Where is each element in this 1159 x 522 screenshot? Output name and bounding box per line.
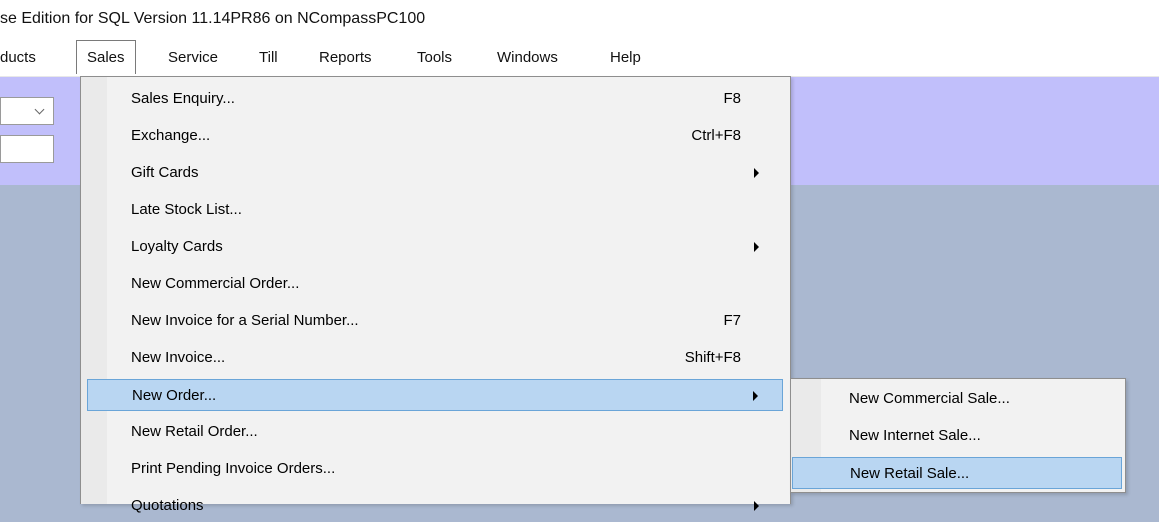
menu-item-sales-enquiry[interactable]: Sales Enquiry... F8 [87, 83, 783, 115]
submenu-item-new-retail-sale[interactable]: New Retail Sale... [792, 457, 1122, 489]
menu-item-shortcut: Shift+F8 [684, 349, 741, 366]
menu-item-label: New Commercial Sale... [849, 390, 1010, 407]
menu-item-label: New Internet Sale... [849, 427, 981, 444]
text-field[interactable] [0, 135, 54, 163]
menu-item-label: Print Pending Invoice Orders... [131, 460, 336, 477]
menu-item-new-invoice[interactable]: New Invoice... Shift+F8 [87, 342, 783, 374]
new-order-submenu: New Commercial Sale... New Internet Sale… [790, 378, 1126, 493]
submenu-arrow-icon [753, 391, 758, 401]
menu-till[interactable]: Till [259, 49, 278, 66]
menu-item-label: Gift Cards [131, 164, 199, 181]
menu-tools[interactable]: Tools [417, 49, 452, 66]
menu-item-new-commercial-order[interactable]: New Commercial Order... [87, 268, 783, 300]
menu-windows[interactable]: Windows [497, 49, 558, 66]
menu-item-new-invoice-serial[interactable]: New Invoice for a Serial Number... F7 [87, 305, 783, 337]
menu-service[interactable]: Service [168, 49, 218, 66]
menu-item-label: New Retail Order... [131, 423, 258, 440]
menu-item-print-pending-invoice-orders[interactable]: Print Pending Invoice Orders... [87, 453, 783, 485]
menu-item-new-retail-order[interactable]: New Retail Order... [87, 416, 783, 448]
menu-item-label: Late Stock List... [131, 201, 242, 218]
menu-item-shortcut: Ctrl+F8 [691, 127, 741, 144]
menu-reports[interactable]: Reports [319, 49, 372, 66]
submenu-arrow-icon [754, 168, 759, 178]
menu-item-quotations[interactable]: Quotations [87, 490, 783, 522]
menu-item-label: New Invoice... [131, 349, 226, 366]
menu-item-label: New Invoice for a Serial Number... [131, 312, 359, 329]
menu-item-label: New Commercial Order... [131, 275, 300, 292]
menu-products[interactable]: ducts [0, 49, 36, 66]
menu-item-label: New Order... [132, 387, 217, 404]
menu-item-label: Quotations [131, 497, 204, 514]
menu-item-label: Exchange... [131, 127, 211, 144]
menu-item-shortcut: F8 [723, 90, 741, 107]
chevron-down-icon [34, 104, 45, 115]
menu-help[interactable]: Help [610, 49, 641, 66]
menu-item-label: New Retail Sale... [850, 465, 970, 482]
menu-item-exchange[interactable]: Exchange... Ctrl+F8 [87, 120, 783, 152]
menu-sales[interactable]: Sales [76, 40, 136, 74]
combo-box[interactable] [0, 97, 54, 125]
submenu-arrow-icon [754, 501, 759, 511]
window-title: se Edition for SQL Version 11.14PR86 on … [0, 10, 426, 27]
menu-item-late-stock-list[interactable]: Late Stock List... [87, 194, 783, 226]
menu-bar: ducts Sales Service Till Reports Tools W… [0, 38, 1159, 77]
menu-item-gift-cards[interactable]: Gift Cards [87, 157, 783, 189]
submenu-item-new-internet-sale[interactable]: New Internet Sale... [792, 420, 1122, 452]
menu-item-label: Loyalty Cards [131, 238, 223, 255]
menu-item-label: Sales Enquiry... [131, 90, 235, 107]
submenu-arrow-icon [754, 242, 759, 252]
menu-item-loyalty-cards[interactable]: Loyalty Cards [87, 231, 783, 263]
sales-dropdown-menu: Sales Enquiry... F8 Exchange... Ctrl+F8 … [80, 76, 791, 514]
title-bar: se Edition for SQL Version 11.14PR86 on … [0, 0, 1159, 38]
menu-item-shortcut: F7 [723, 312, 741, 329]
submenu-item-new-commercial-sale[interactable]: New Commercial Sale... [792, 383, 1122, 415]
menu-item-new-order[interactable]: New Order... [87, 379, 783, 411]
